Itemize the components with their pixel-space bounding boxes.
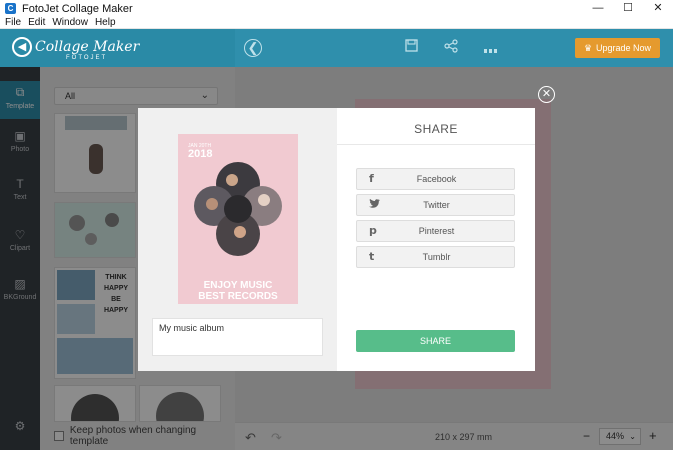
- poster-title-line1: ENJOY MUSIC: [203, 280, 273, 291]
- maximize-button[interactable]: ☐: [613, 0, 643, 17]
- close-icon[interactable]: ✕: [538, 86, 555, 103]
- collage-preview: JAN 20TH 2018 ENJOY MUSIC BEST RECORDS: [178, 134, 298, 304]
- share-facebook-label: Facebook: [416, 174, 457, 184]
- share-dialog: JAN 20TH 2018 ENJOY MUSIC BEST RECORDS M…: [138, 108, 535, 371]
- share-facebook-button[interactable]: f Facebook: [356, 168, 515, 190]
- close-window-button[interactable]: ✕: [643, 0, 673, 17]
- window-titlebar: C FotoJet Collage Maker — ☐ ✕: [0, 0, 673, 17]
- logo-subtitle: FOTOJET: [66, 55, 108, 61]
- share-title: SHARE: [414, 122, 458, 136]
- app-icon: C: [5, 3, 16, 14]
- share-pinterest-label: Pinterest: [418, 226, 455, 236]
- menubar: File Edit Window Help: [0, 17, 673, 29]
- menu-help[interactable]: Help: [95, 17, 116, 28]
- crown-icon: ♛: [583, 42, 593, 53]
- share-tumblr-label: Tumblr: [422, 252, 451, 262]
- share-tumblr-button[interactable]: t Tumblr: [356, 246, 515, 268]
- poster-title-line2: BEST RECORDS: [198, 291, 278, 302]
- save-icon[interactable]: [405, 39, 418, 55]
- menu-window[interactable]: Window: [52, 17, 88, 28]
- more-icon[interactable]: [484, 42, 498, 57]
- upgrade-label: Upgrade Now: [596, 43, 652, 53]
- poster-title: ENJOY MUSIC BEST RECORDS: [178, 280, 298, 302]
- window-title: FotoJet Collage Maker: [22, 2, 133, 15]
- share-twitter-button[interactable]: Twitter: [356, 194, 515, 216]
- minimize-button[interactable]: —: [583, 0, 613, 17]
- caption-input[interactable]: My music album: [152, 318, 323, 356]
- share-options-pane: SHARE f Facebook Twitter p Pinterest t T…: [337, 108, 535, 371]
- divider: [337, 144, 535, 145]
- logo[interactable]: ◀ Collage Maker FOTOJET: [12, 37, 140, 61]
- share-pinterest-button[interactable]: p Pinterest: [356, 220, 515, 242]
- upgrade-button[interactable]: ♛ Upgrade Now: [575, 38, 660, 58]
- back-arrow-icon[interactable]: ❮: [244, 39, 262, 57]
- share-twitter-label: Twitter: [423, 200, 450, 210]
- menu-edit[interactable]: Edit: [28, 17, 45, 28]
- logo-name: Collage Maker: [35, 39, 140, 55]
- menu-file[interactable]: File: [5, 17, 21, 28]
- logo-icon: ◀: [12, 37, 32, 57]
- poster-photo-cluster: [194, 162, 282, 256]
- share-submit-button[interactable]: SHARE: [356, 330, 515, 352]
- window-controls: — ☐ ✕: [583, 0, 673, 17]
- app-header: ◀ Collage Maker FOTOJET ❮ ♛ Upgrade Now: [0, 29, 673, 67]
- share-preview-pane: JAN 20TH 2018 ENJOY MUSIC BEST RECORDS M…: [138, 108, 337, 371]
- share-icon[interactable]: [444, 39, 458, 56]
